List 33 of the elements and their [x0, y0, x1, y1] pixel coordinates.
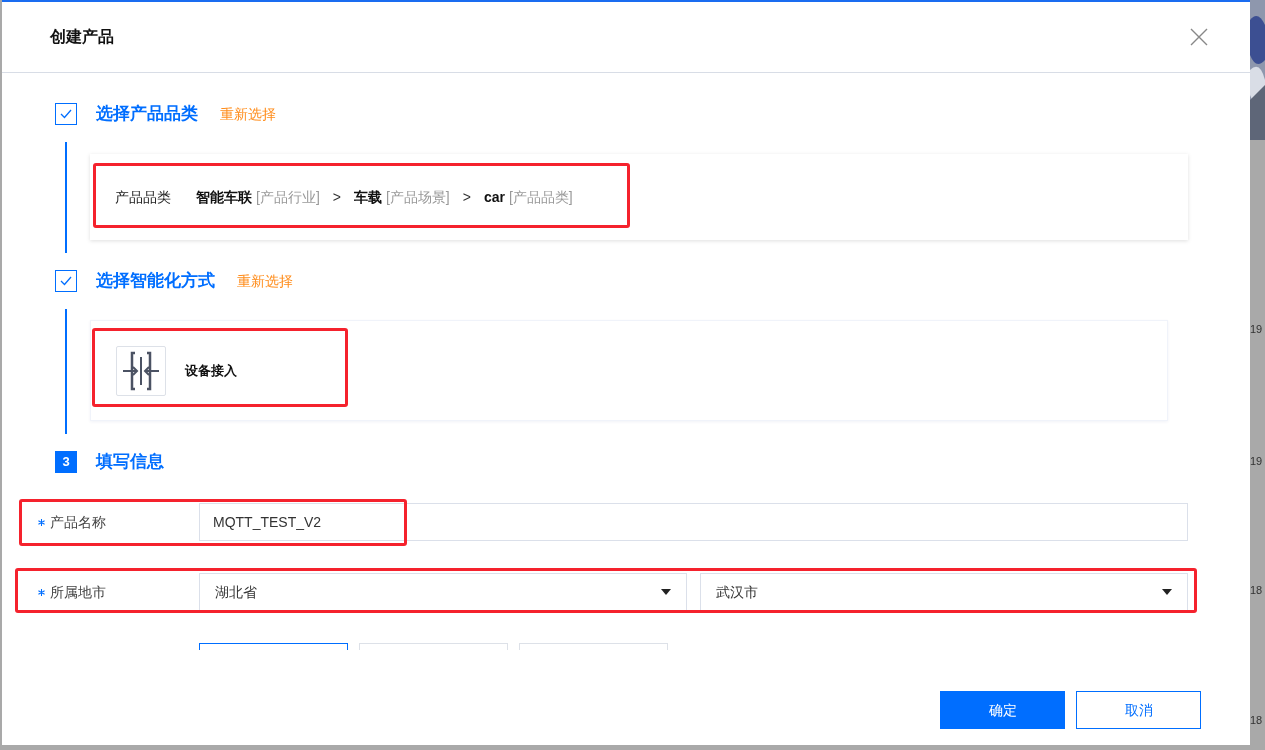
step-number: 3	[55, 451, 77, 473]
step-title: 填写信息	[96, 451, 164, 474]
field-label: 产品名称	[50, 512, 106, 532]
category-label: 产品品类	[115, 187, 171, 207]
reselect-link[interactable]: 重新选择	[237, 270, 293, 292]
category-tag: [产品场景]	[385, 186, 450, 208]
background-number: 19	[1250, 324, 1264, 335]
path-separator: >	[462, 187, 471, 207]
region-select[interactable]: 湖北省	[199, 573, 687, 611]
caret-icon	[661, 589, 671, 595]
cancel-button[interactable]: 取消	[1076, 691, 1201, 729]
product-name-input[interactable]: MQTT_TEST_V2	[199, 503, 1188, 541]
path-separator: >	[332, 187, 341, 207]
caret-icon	[1162, 589, 1172, 595]
category-name: 车载	[353, 187, 382, 207]
close-icon[interactable]	[1190, 28, 1208, 46]
dialog-title: 创建产品	[50, 27, 114, 47]
category-name: 智能车联	[196, 187, 252, 207]
method-name: 设备接入	[185, 361, 237, 380]
category-tag: [产品品类]	[508, 186, 573, 208]
region-select[interactable]: 武汉市	[700, 573, 1188, 611]
background-number: 18	[1250, 585, 1264, 596]
confirm-button[interactable]: 确定	[940, 691, 1065, 729]
step-title: 选择智能化方式	[96, 270, 215, 293]
background-number: 18	[1250, 715, 1264, 726]
reselect-link[interactable]: 重新选择	[220, 103, 276, 125]
check-icon	[60, 109, 72, 119]
step-title: 选择产品品类	[96, 103, 198, 126]
check-icon	[60, 276, 72, 286]
background-number: 19	[1250, 456, 1264, 467]
field-label: 所属地市	[50, 582, 106, 602]
category-tag: [产品行业]	[256, 186, 320, 208]
category-name: car	[483, 187, 505, 207]
